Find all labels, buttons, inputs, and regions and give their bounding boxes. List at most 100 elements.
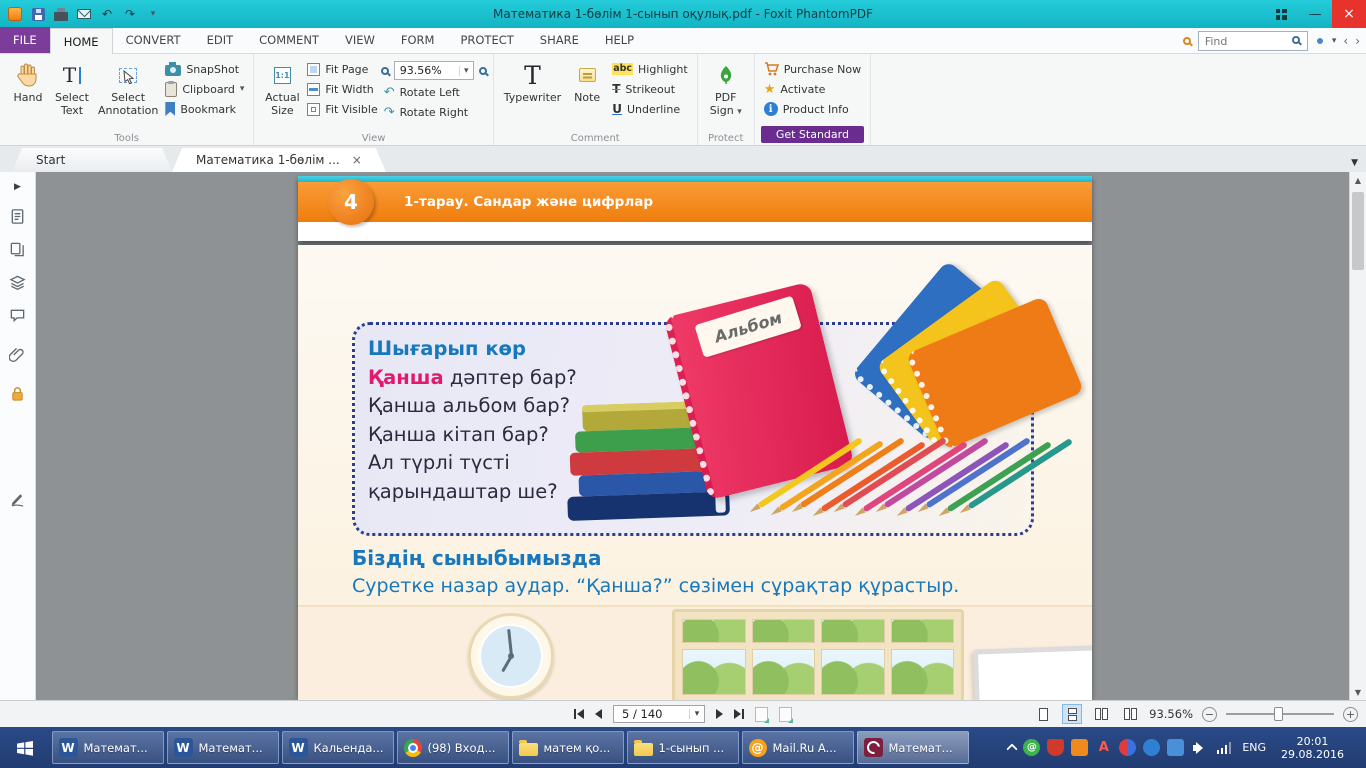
signature-panel-icon[interactable] [9,489,27,507]
hand-tool-button[interactable]: Hand [6,56,50,105]
customize-toolbar-caret-icon[interactable]: ▾ [145,6,161,22]
show-hidden-icons-chevron[interactable] [1007,743,1018,754]
highlight-button[interactable]: abc Highlight [609,61,691,77]
select-annotation-button[interactable]: SelectAnnotation [94,56,162,117]
zoom-in-icon[interactable] [479,67,487,75]
close-tab-icon[interactable]: × [352,148,362,172]
app-icon[interactable] [7,6,23,22]
pdf-sign-button[interactable]: PDFSign ▾ [704,56,748,118]
tab-view[interactable]: VIEW [332,27,388,53]
layers-panel-icon[interactable] [9,273,27,291]
next-page-button[interactable] [716,709,723,719]
actual-size-button[interactable]: 1:1 ActualSize [260,56,304,117]
scroll-up-icon[interactable]: ▲ [1350,172,1366,188]
panel-expand-icon[interactable]: ▶ [9,182,27,192]
orange-tray-icon[interactable] [1071,739,1088,756]
close-button[interactable]: × [1332,0,1366,28]
swirl-tray-icon[interactable] [1167,739,1184,756]
select-text-button[interactable]: T SelectText [50,56,94,117]
fit-width-button[interactable]: Fit Width [304,81,380,97]
minimize-button[interactable]: — [1298,0,1332,28]
document-view[interactable]: 4 1-тарау. Сандар және цифрлар Шығарып к… [36,172,1349,700]
doc-tab-start[interactable]: Start [12,148,172,172]
taskbar-button-mailru[interactable]: @ Mail.Ru A... [742,731,854,764]
tab-form[interactable]: FORM [388,27,448,53]
activate-button[interactable]: ★ Activate [761,81,864,97]
shield-tray-icon[interactable] [1047,739,1064,756]
zoom-in-button[interactable]: + [1343,707,1358,722]
gear-icon[interactable] [1317,38,1323,44]
language-indicator[interactable]: ENG [1239,741,1269,754]
tab-file[interactable]: FILE [0,27,50,53]
get-standard-button[interactable]: Get Standard [761,126,864,143]
bookmarks-panel-icon[interactable] [9,207,27,225]
start-button[interactable] [0,727,50,768]
zoom-out-button[interactable]: − [1202,707,1217,722]
product-info-button[interactable]: i Product Info [761,101,864,117]
taskbar-clock[interactable]: 20:01 29.08.2016 [1276,735,1349,761]
continuous-view-button[interactable] [1062,704,1082,724]
first-page-button[interactable] [574,709,584,719]
next-view-button[interactable] [779,707,792,722]
taskbar-button-word-2[interactable]: W Математ... [167,731,279,764]
scrollbar-thumb[interactable] [1352,192,1364,270]
fit-page-button[interactable]: Fit Page [304,61,380,77]
email-icon[interactable] [76,6,92,22]
rotate-left-button[interactable]: ↶ Rotate Left [381,84,487,100]
gear-caret-icon[interactable]: ▾ [1332,36,1337,46]
scroll-down-icon[interactable]: ▼ [1350,684,1366,700]
purchase-now-button[interactable]: Purchase Now [761,61,864,77]
volume-icon[interactable] [1191,739,1208,756]
underline-button[interactable]: U Underline [609,101,691,117]
taskbar-button-word-3[interactable]: W Кальенда... [282,731,394,764]
typewriter-button[interactable]: T Typewriter [500,56,565,105]
pages-panel-icon[interactable] [9,240,27,258]
tab-edit[interactable]: EDIT [194,27,247,53]
fit-visible-button[interactable]: Fit Visible [304,101,380,117]
taskbar-button-folder-1[interactable]: матем қо... [512,731,624,764]
facing-view-button[interactable] [1091,704,1111,724]
single-page-view-button[interactable] [1033,704,1053,724]
mailru-agent-tray-icon[interactable]: @ [1023,739,1040,756]
undo-icon[interactable]: ↶ [99,6,115,22]
bookmark-button[interactable]: Bookmark [162,101,247,117]
red-a-tray-icon[interactable]: А [1095,739,1112,756]
doc-tab-active[interactable]: Математика 1-бөлім ... × [172,148,386,172]
vertical-scrollbar[interactable]: ▲ ▼ [1349,172,1366,700]
note-button[interactable]: Note [565,56,609,105]
attachments-panel-icon[interactable] [9,345,27,363]
last-page-button[interactable] [734,709,744,719]
tab-share[interactable]: SHARE [527,27,592,53]
zoom-slider-knob[interactable] [1274,707,1283,721]
previous-view-button[interactable] [755,707,768,722]
continuous-facing-view-button[interactable] [1120,704,1140,724]
rotate-right-button[interactable]: ↷ Rotate Right [381,104,487,120]
save-icon[interactable] [30,6,46,22]
clipboard-button[interactable]: Clipboard ▾ [162,81,247,97]
comments-panel-icon[interactable] [9,306,27,324]
find-magnifier-icon[interactable] [1292,36,1300,44]
tab-convert[interactable]: CONVERT [113,27,194,53]
zoom-slider[interactable] [1226,706,1334,722]
taskbar-button-folder-2[interactable]: 1-сынып ... [627,731,739,764]
taskbar-button-foxit-active[interactable]: Математ... [857,731,969,764]
ribbon-mode-button[interactable] [1264,0,1298,28]
previous-page-button[interactable] [595,709,602,719]
blue-tray-icon[interactable] [1143,739,1160,756]
print-icon[interactable] [53,6,69,22]
tab-help[interactable]: HELP [592,27,647,53]
taskbar-button-chrome[interactable]: (98) Вход... [397,731,509,764]
tab-protect[interactable]: PROTECT [447,27,526,53]
snapshot-button[interactable]: SnapShot [162,61,247,77]
tab-home[interactable]: HOME [50,28,113,54]
chevron-right-icon[interactable]: › [1355,34,1360,48]
tab-list-caret-icon[interactable]: ▼ [1351,158,1366,172]
zoom-out-icon[interactable] [381,67,389,75]
tab-comment[interactable]: COMMENT [246,27,332,53]
antivirus-tray-icon[interactable] [1119,739,1136,756]
chevron-left-icon[interactable]: ‹ [1343,34,1348,48]
strikeout-button[interactable]: T Strikeout [609,81,691,97]
network-icon[interactable] [1215,739,1232,756]
taskbar-button-word-1[interactable]: W Математ... [52,731,164,764]
security-panel-icon[interactable] [9,384,27,402]
